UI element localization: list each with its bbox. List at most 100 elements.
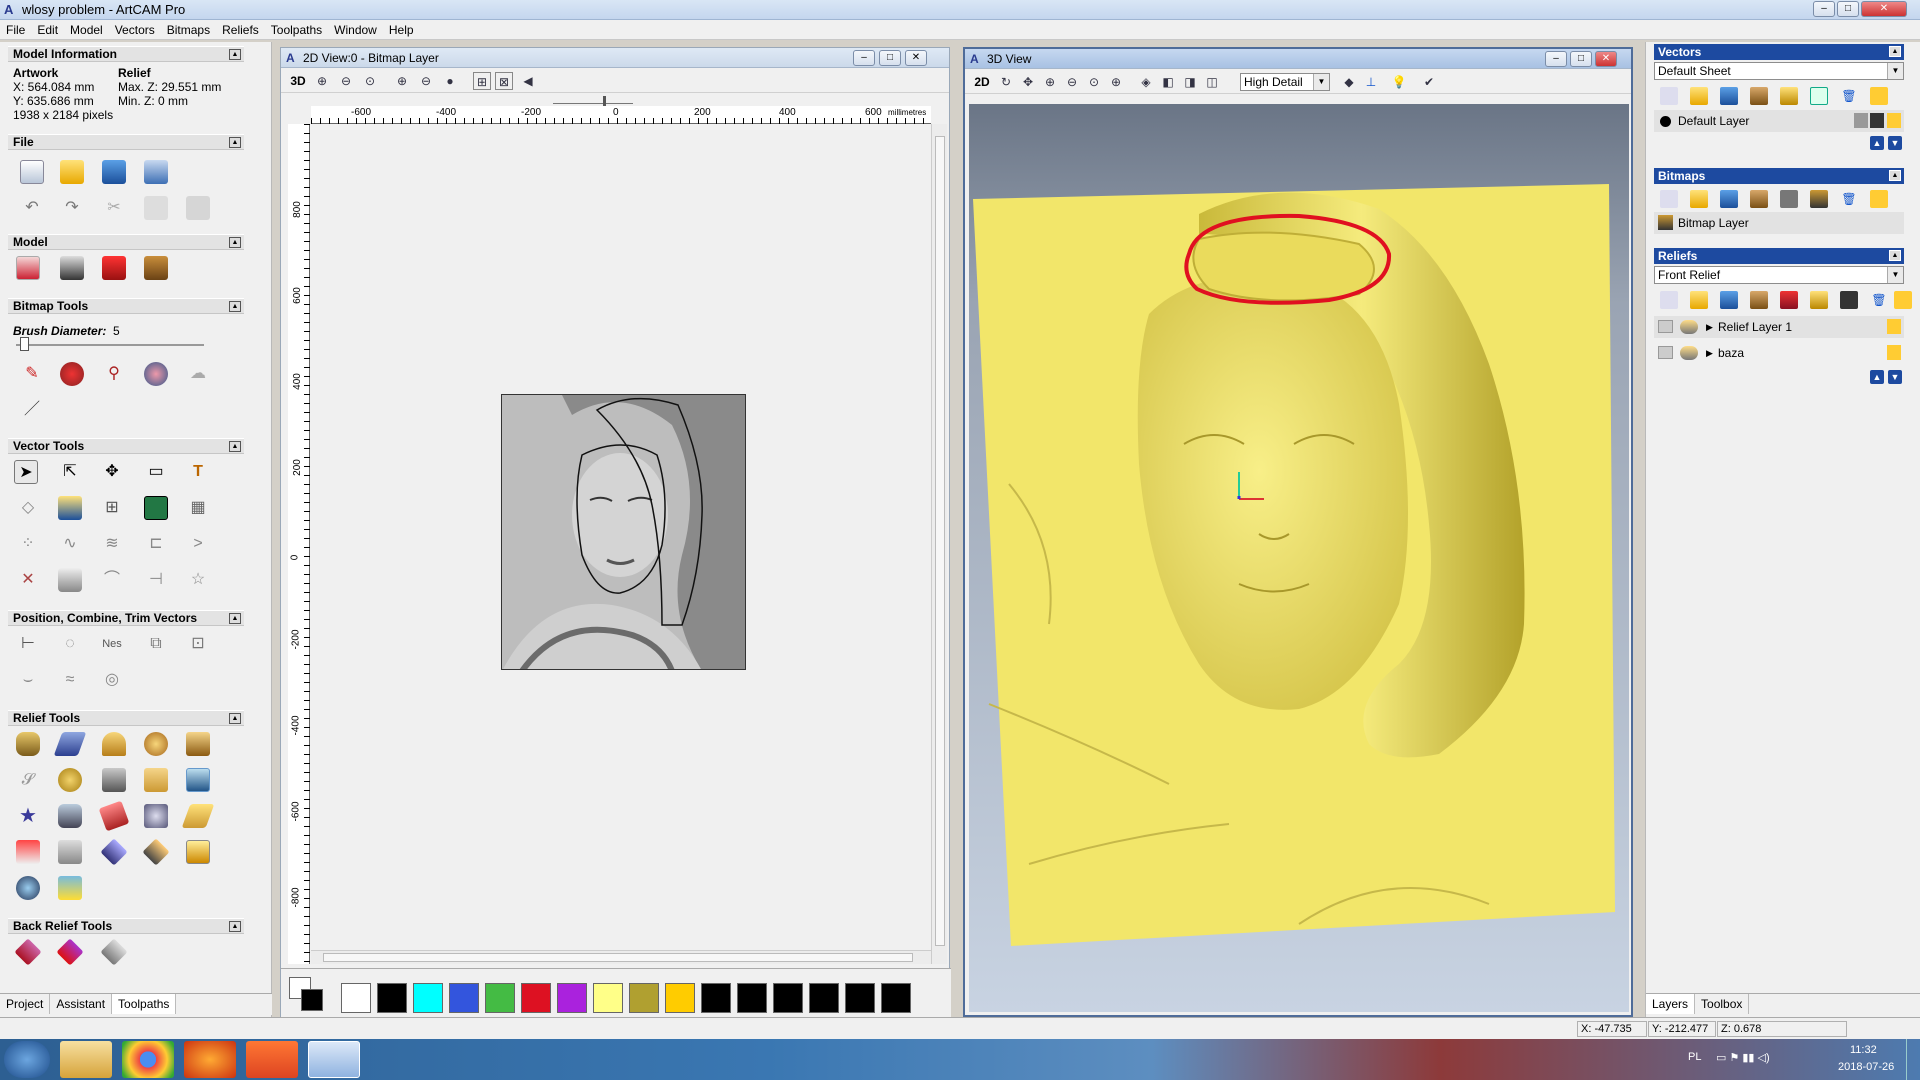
back-relief-grey-icon[interactable] — [100, 938, 128, 966]
layer-bulb-icon[interactable] — [1887, 113, 1901, 128]
menu-vectors[interactable]: Vectors — [109, 20, 161, 40]
explorer-icon[interactable] — [60, 1041, 112, 1078]
bitmap-visibility-icon[interactable] — [1870, 190, 1888, 208]
bitmap-toggle-icon[interactable]: ◀ — [519, 72, 537, 90]
collapse-icon[interactable]: ▲ — [229, 237, 241, 248]
palette-swatch[interactable] — [341, 983, 371, 1013]
vector-visibility-icon[interactable] — [1870, 87, 1888, 105]
collapse-icon[interactable]: ▲ — [229, 441, 241, 452]
layer-row-default[interactable]: Default Layer — [1654, 110, 1904, 132]
back-relief-purple-icon[interactable] — [56, 938, 84, 966]
model-image-icon[interactable] — [144, 256, 168, 280]
curve-icon[interactable]: ∿ — [58, 532, 82, 556]
palette-swatch[interactable] — [449, 983, 479, 1013]
open-relief-icon[interactable] — [1690, 291, 1708, 309]
cloud-icon[interactable]: ☁ — [186, 362, 210, 386]
palette-swatch[interactable] — [521, 983, 551, 1013]
view-3d-close[interactable]: ✕ — [1595, 51, 1617, 67]
zoom-box-icon[interactable]: ⊕ — [393, 72, 411, 90]
model-grid-icon[interactable] — [60, 256, 84, 280]
zoom-fit-3d-icon[interactable]: ⊙ — [1085, 73, 1103, 91]
vector-text-block-icon[interactable] — [144, 496, 168, 520]
spiral-icon[interactable]: ◎ — [100, 668, 124, 692]
back-relief-red-icon[interactable] — [14, 938, 42, 966]
layer-color-dot[interactable] — [1660, 116, 1671, 127]
snap-object-icon[interactable]: ⊠ — [495, 72, 513, 90]
menu-window[interactable]: Window — [328, 20, 383, 40]
bitmap-image[interactable] — [501, 394, 746, 670]
layer-row-bitmap[interactable]: Bitmap Layer — [1654, 212, 1904, 234]
trim-icon[interactable]: ⊡ — [186, 632, 210, 656]
palette-swatch[interactable] — [377, 983, 407, 1013]
rectangle-icon[interactable]: ▭ — [144, 460, 168, 484]
palette-swatch[interactable] — [485, 983, 515, 1013]
fillet-icon[interactable]: ⌒ — [100, 568, 124, 592]
weld-icon[interactable]: ⧉ — [144, 632, 168, 656]
rotate-view-icon[interactable]: ↻ — [997, 73, 1015, 91]
firefox-icon[interactable] — [184, 1041, 236, 1078]
artcam-taskbar-icon[interactable] — [308, 1041, 360, 1078]
mirror-icon[interactable]: ⊣ — [144, 568, 168, 592]
spin-icon[interactable] — [144, 732, 168, 756]
collapse-icon[interactable]: ▲ — [229, 613, 241, 624]
view-2d-minimize[interactable]: – — [853, 50, 875, 66]
chrome-icon[interactable] — [122, 1041, 174, 1078]
detail-level-select[interactable]: High Detail ▼ — [1240, 73, 1330, 91]
vector-array-icon[interactable]: ▦ — [186, 496, 210, 520]
clock-time[interactable]: 11:32 — [1850, 1044, 1877, 1056]
xampp-icon[interactable] — [246, 1041, 298, 1078]
palette-swatch[interactable] — [737, 983, 767, 1013]
palette-swatch[interactable] — [413, 983, 443, 1013]
switch-2d-button[interactable]: 2D — [973, 73, 991, 91]
model-origin-icon[interactable] — [102, 256, 126, 280]
move-up-icon[interactable]: ▲ — [1870, 136, 1884, 150]
relief-diamond-icon[interactable] — [100, 838, 128, 866]
new-vector-layer-icon[interactable] — [1660, 87, 1678, 105]
menu-reliefs[interactable]: Reliefs — [216, 20, 265, 40]
open-bitmap-icon[interactable] — [1690, 190, 1708, 208]
relief-combine-icon[interactable] — [1680, 320, 1698, 334]
tray-icons[interactable]: ▭ ⚑ ▮▮ ◁) — [1716, 1051, 1770, 1064]
bitmap-export-icon[interactable] — [1750, 190, 1768, 208]
relief-layer-bulb-icon[interactable] — [1887, 319, 1901, 334]
collapse-icon[interactable]: ▲ — [1889, 250, 1901, 261]
offset-icon[interactable] — [58, 568, 82, 592]
reliefs-header[interactable]: Reliefs ▲ — [1654, 248, 1904, 264]
vector-export-icon[interactable] — [1750, 87, 1768, 105]
menu-model[interactable]: Model — [64, 20, 109, 40]
cut-vector-icon[interactable]: ✕ — [16, 568, 40, 592]
cut-icon[interactable]: ✂ — [102, 196, 126, 220]
collapse-icon[interactable]: ▲ — [229, 301, 241, 312]
move-up-icon[interactable]: ▲ — [1870, 370, 1884, 384]
file-header[interactable]: File ▲ — [8, 134, 244, 150]
relief-export-icon[interactable] — [1750, 291, 1768, 309]
model-info-header[interactable]: Model Information ▲ — [8, 46, 244, 62]
horizontal-scroll-thumb[interactable] — [323, 953, 913, 962]
palette-swatch[interactable] — [773, 983, 803, 1013]
relief-select[interactable]: Front Relief ▼ — [1654, 266, 1904, 284]
vector-tools-header[interactable]: Vector Tools ▲ — [8, 438, 244, 454]
zoom-fit-icon[interactable]: ⊙ — [361, 72, 379, 90]
shade-icon[interactable]: ◆ — [1340, 73, 1358, 91]
save-bitmap-icon[interactable] — [1720, 190, 1738, 208]
relief-import-icon[interactable] — [1810, 291, 1828, 309]
smooth-relief-icon[interactable]: 𝓢 — [16, 768, 40, 792]
smooth-icon[interactable]: ≋ — [100, 532, 124, 556]
relief-visibility-icon[interactable] — [1894, 291, 1912, 309]
vectors-header[interactable]: Vectors ▲ — [1654, 44, 1904, 60]
new-file-icon[interactable] — [20, 160, 44, 184]
relief-image-icon[interactable] — [186, 840, 210, 864]
show-desktop-button[interactable] — [1906, 1039, 1920, 1080]
undo-icon[interactable]: ↶ — [20, 196, 44, 220]
zoom-all-icon[interactable]: ● — [441, 72, 459, 90]
align-icon[interactable]: ⊢ — [16, 632, 40, 656]
texture-icon[interactable] — [58, 768, 82, 792]
language-indicator[interactable]: PL — [1688, 1051, 1701, 1063]
vector-shape-icon[interactable]: ◇ — [16, 496, 40, 520]
fill-icon[interactable] — [60, 362, 84, 386]
zoom-in-3d-icon[interactable]: ⊕ — [1041, 73, 1059, 91]
light-icon[interactable]: 💡 — [1390, 73, 1408, 91]
back-relief-header[interactable]: Back Relief Tools ▲ — [8, 918, 244, 934]
model-header[interactable]: Model ▲ — [8, 234, 244, 250]
palette-swatch[interactable] — [809, 983, 839, 1013]
